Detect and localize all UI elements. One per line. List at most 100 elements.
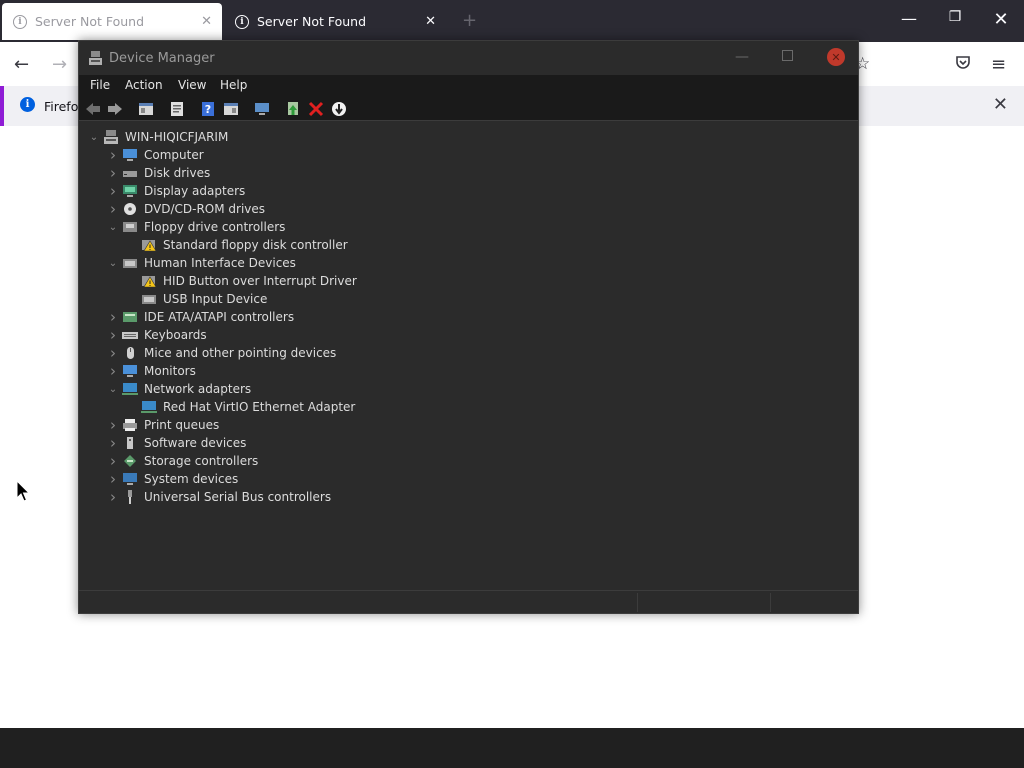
scan-hardware-icon[interactable] [254,101,270,117]
disable-device-icon[interactable] [331,101,347,117]
chevron-right-icon[interactable]: › [104,182,122,200]
maximize-icon[interactable] [782,50,793,61]
close-icon[interactable]: ✕ [993,94,1008,115]
tree-item-label: Floppy drive controllers [144,220,286,234]
tree-item-label: Storage controllers [144,454,259,468]
new-tab-icon[interactable]: + [462,10,477,31]
window-title-bar[interactable]: Device Manager — ✕ [79,41,858,75]
tree-device[interactable]: Standard floppy disk controller [123,236,348,254]
tree-category[interactable]: ⌄ Human Interface Devices [104,254,296,272]
chevron-down-icon[interactable]: ⌄ [104,384,122,395]
browser-tab-active[interactable]: i Server Not Found ✕ [2,3,222,40]
chevron-right-icon[interactable]: › [104,362,122,380]
tree-item-label: DVD/CD-ROM drives [144,202,266,216]
tree-item-label: Software devices [144,436,247,450]
chevron-down-icon[interactable]: ⌄ [104,258,122,269]
pocket-icon[interactable] [955,54,971,75]
tree-category[interactable]: › Keyboards [104,326,207,344]
tree-item-label: Network adapters [144,382,252,396]
tree-item-label: Disk drives [144,166,211,180]
back-arrow-icon[interactable] [85,101,101,117]
menu-view[interactable]: View [178,78,206,92]
tree-item-label: Display adapters [144,184,246,198]
warning-device-icon [142,240,157,252]
hid-icon [123,259,137,268]
usb-icon [128,490,132,504]
uninstall-icon[interactable] [308,101,324,117]
chevron-right-icon[interactable]: › [104,488,122,506]
tree-device[interactable]: Red Hat VirtIO Ethernet Adapter [123,398,355,416]
close-icon[interactable]: ✕ [425,14,436,29]
browser-tab-bar: i Server Not Found ✕ i Server Not Found … [0,0,1024,42]
network-adapter-icon [122,383,138,395]
menu-icon[interactable]: ≡ [991,54,1006,75]
tree-category[interactable]: › Print queues [104,416,219,434]
close-icon[interactable]: ✕ [201,14,212,29]
help-icon[interactable]: ? [200,101,216,117]
tree-device[interactable]: USB Input Device [123,290,267,308]
monitor-icon [123,365,137,377]
menu-help[interactable]: Help [220,78,247,92]
tab-title: Server Not Found [257,14,367,29]
tree-category[interactable]: › Display adapters [104,182,245,200]
display-adapter-icon [123,185,137,197]
close-button[interactable]: ✕ [827,48,845,66]
chevron-right-icon[interactable]: › [104,470,122,488]
tree-category[interactable]: › System devices [104,470,238,488]
tree-category[interactable]: › Computer [104,146,204,164]
close-icon[interactable]: ✕ [986,9,1016,30]
minimize-icon[interactable]: — [894,9,924,28]
forward-arrow-icon[interactable] [107,101,123,117]
tree-item-label: IDE ATA/ATAPI controllers [144,310,295,324]
update-driver-icon[interactable] [285,101,301,117]
info-icon: i [13,14,27,29]
tree-item-label: Keyboards [144,328,207,342]
tree-root[interactable]: ⌄ WIN-HIQICFJARIM [85,128,228,146]
tree-root-label: WIN-HIQICFJARIM [125,130,229,144]
restore-icon[interactable]: ❐ [940,9,970,25]
status-divider [637,593,638,612]
menu-file[interactable]: File [90,78,110,92]
tree-item-label: Mice and other pointing devices [144,346,337,360]
chevron-right-icon[interactable]: › [104,146,122,164]
chevron-right-icon[interactable]: › [104,308,122,326]
forward-icon[interactable]: → [52,54,67,75]
info-icon: i [235,14,249,29]
tree-category[interactable]: › Monitors [104,362,196,380]
ide-controller-icon [123,312,137,322]
tree-category[interactable]: › Mice and other pointing devices [104,344,336,362]
tree-category[interactable]: › DVD/CD-ROM drives [104,200,265,218]
tree-category[interactable]: › IDE ATA/ATAPI controllers [104,308,294,326]
chevron-right-icon[interactable]: › [104,416,122,434]
tree-category[interactable]: ⌄ Network adapters [104,380,251,398]
chevron-right-icon[interactable]: › [104,326,122,344]
tree-item-label: HID Button over Interrupt Driver [163,274,357,288]
tree-device[interactable]: HID Button over Interrupt Driver [123,272,357,290]
chevron-right-icon[interactable]: › [104,344,122,362]
tree-item-label: Monitors [144,364,196,378]
chevron-down-icon[interactable]: ⌄ [85,132,103,143]
menu-action[interactable]: Action [125,78,163,92]
back-icon[interactable]: ← [14,54,29,75]
tree-category[interactable]: › Universal Serial Bus controllers [104,488,331,506]
show-hide-console-tree-icon[interactable] [138,101,154,117]
tree-item-label: Computer [144,148,204,162]
tree-category[interactable]: › Storage controllers [104,452,258,470]
chevron-right-icon[interactable]: › [104,434,122,452]
mouse-cursor-icon [16,480,30,502]
chevron-down-icon[interactable]: ⌄ [104,222,122,233]
software-device-icon [127,437,133,449]
tree-category[interactable]: › Software devices [104,434,246,452]
chevron-right-icon[interactable]: › [104,164,122,182]
chevron-right-icon[interactable]: › [104,200,122,218]
browser-tab[interactable]: i Server Not Found ✕ [224,3,446,40]
chevron-right-icon[interactable]: › [104,452,122,470]
tree-category[interactable]: › Disk drives [104,164,210,182]
menu-bar: File Action View Help [79,75,858,96]
action-pane-icon[interactable] [223,101,239,117]
properties-icon[interactable] [169,101,185,117]
hid-icon [142,295,156,304]
minimize-icon[interactable]: — [735,49,749,65]
tree-category[interactable]: ⌄ Floppy drive controllers [104,218,286,236]
status-divider [770,593,771,612]
